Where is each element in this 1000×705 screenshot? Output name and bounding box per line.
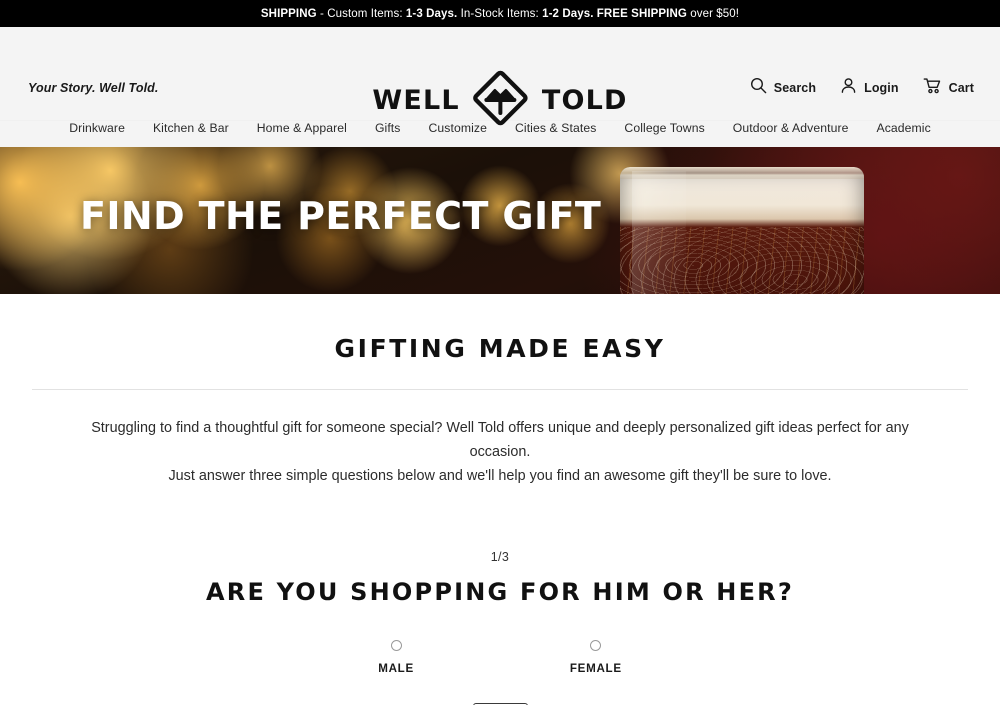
search-icon <box>750 77 767 99</box>
radio-male[interactable] <box>390 640 402 651</box>
nav-item-home-and-apparel[interactable]: Home & Apparel <box>257 121 347 135</box>
brand-tagline: Your Story. Well Told. <box>28 81 159 95</box>
announcement-bar: SHIPPING - Custom Items: 1-3 Days. In-St… <box>0 0 1000 27</box>
user-icon <box>840 77 857 99</box>
login-button[interactable]: Login <box>840 77 899 99</box>
page-title: GIFTING MADE EASY <box>334 334 666 363</box>
site-logo[interactable]: WELL TOLD <box>372 69 627 132</box>
logo-word-left: WELL <box>372 85 460 116</box>
quiz-option-female-label: FEMALE <box>569 662 622 675</box>
announcement-free-shipping: FREE SHIPPING <box>593 7 687 20</box>
gift-finder-quiz: 1/3 ARE YOU SHOPPING FOR HIM OR HER? MAL… <box>0 550 1000 705</box>
announcement-custom-prefix: Custom Items: <box>327 7 406 20</box>
header-actions: Search Login Cart <box>750 77 974 99</box>
nav-item-drinkware[interactable]: Drinkware <box>69 121 125 135</box>
announcement-separator: - <box>316 7 328 20</box>
intro-text: Struggling to find a thoughtful gift for… <box>75 416 925 488</box>
login-label: Login <box>864 81 899 95</box>
search-label: Search <box>773 81 817 95</box>
announcement-shipping-label: SHIPPING <box>260 7 317 20</box>
diamond-mountain-emblem-icon <box>472 69 530 132</box>
intro-line-1: Struggling to find a thoughtful gift for… <box>91 420 909 460</box>
announcement-instock-days: 1-2 Days. <box>542 7 594 20</box>
intro-line-2: Just answer three simple questions below… <box>168 468 832 484</box>
search-button[interactable]: Search <box>750 77 816 99</box>
quiz-step-indicator: 1/3 <box>490 550 510 564</box>
hero-banner: FIND THE PERFECT GIFT <box>0 147 1000 294</box>
cart-button[interactable]: Cart <box>923 77 974 99</box>
main-content: GIFTING MADE EASY Struggling to find a t… <box>0 334 1000 705</box>
announcement-instock-prefix: In-Stock Items: <box>457 7 543 20</box>
radio-female[interactable] <box>590 640 602 651</box>
site-header: Your Story. Well Told. WELL TOLD Search … <box>0 27 1000 126</box>
nav-item-college-towns[interactable]: College Towns <box>624 121 704 135</box>
hero-title: FIND THE PERFECT GIFT <box>80 194 602 238</box>
announcement-custom-days: 1-3 Days. <box>405 7 458 20</box>
quiz-options: MALE FEMALE <box>0 640 1000 675</box>
announcement-free-shipping-suffix: over $50! <box>686 7 740 20</box>
quiz-option-female[interactable]: FEMALE <box>570 640 622 675</box>
quiz-question: ARE YOU SHOPPING FOR HIM OR HER? <box>205 578 794 606</box>
quiz-option-male-label: MALE <box>378 662 414 675</box>
title-divider <box>32 389 968 390</box>
beer-glass-image <box>620 167 864 294</box>
cart-label: Cart <box>948 81 974 95</box>
nav-item-kitchen-and-bar[interactable]: Kitchen & Bar <box>153 121 229 135</box>
logo-word-right: TOLD <box>541 85 628 116</box>
nav-item-outdoor-and-adventure[interactable]: Outdoor & Adventure <box>733 121 849 135</box>
cart-icon <box>923 77 942 99</box>
glass-highlight <box>632 171 686 294</box>
quiz-option-male[interactable]: MALE <box>378 640 414 675</box>
nav-item-academic[interactable]: Academic <box>877 121 931 135</box>
